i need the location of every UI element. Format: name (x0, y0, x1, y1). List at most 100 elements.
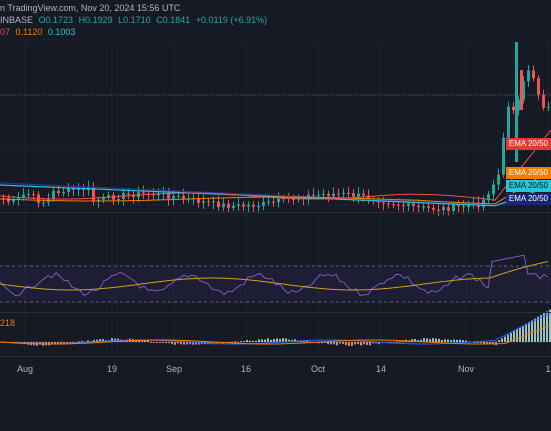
macd-histogram-bar (465, 340, 467, 342)
candle-body (177, 195, 180, 197)
macd-histogram-bar (339, 342, 341, 344)
macd-histogram-bar (480, 342, 482, 343)
macd-histogram-bar (498, 340, 500, 342)
candle-body (527, 70, 530, 82)
macd-histogram-bar (369, 342, 371, 346)
candle-body (542, 94, 545, 108)
ema-value-1: 07 (0, 27, 11, 37)
candle-body (397, 204, 400, 206)
macd-histogram-bar (366, 342, 368, 345)
candle-body (532, 70, 535, 79)
macd-histogram-bar (267, 338, 269, 342)
candle-body (277, 199, 280, 203)
candle-body (452, 204, 455, 211)
macd-histogram-bar (174, 342, 176, 345)
macd-histogram-bar (354, 342, 356, 345)
x-label-1: 1 (545, 364, 551, 374)
macd-histogram-bar (357, 342, 359, 345)
candle-body (462, 206, 465, 208)
candle-body (537, 78, 540, 95)
macd-histogram-bar (78, 341, 80, 343)
candle-body (322, 193, 325, 195)
pane-separator-axis (0, 356, 551, 357)
candle-body (387, 203, 390, 205)
macd-histogram-bar (438, 338, 440, 342)
candle-body (67, 187, 70, 192)
macd-histogram-bar (348, 342, 350, 346)
macd-histogram-bar (486, 342, 488, 344)
macd-histogram-bar (396, 341, 398, 343)
macd-histogram-bar (279, 339, 281, 342)
candle-body (32, 194, 35, 196)
candle-body (107, 195, 110, 197)
macd-histogram-bar (87, 340, 89, 342)
time-axis[interactable]: Aug 19 Sep 16 Oct 14 Nov 1 (0, 360, 551, 374)
x-label-nov: Nov (457, 364, 475, 374)
macd-histogram-bar (240, 341, 242, 343)
macd-histogram-bar (165, 342, 167, 344)
candle-body (407, 203, 410, 206)
candle-body (127, 193, 130, 195)
candle-body (247, 205, 250, 207)
macd-histogram-bar (528, 322, 530, 342)
source-text: n TradingView.com, Nov 20, 2024 15:56 UT… (0, 3, 181, 13)
macd-histogram-bar (141, 340, 143, 342)
macd-histogram-bar (462, 340, 464, 342)
macd-label: 218 (0, 318, 16, 328)
candle-body (382, 202, 385, 204)
candle-body (417, 206, 420, 208)
macd-histogram-bar (264, 339, 266, 342)
pane-separator-rsi[interactable] (0, 212, 551, 213)
macd-histogram-bar (168, 342, 170, 343)
macd-histogram-bar (435, 338, 437, 342)
macd-histogram-bar (261, 339, 263, 342)
chart-screenshot: n TradingView.com, Nov 20, 2024 15:56 UT… (0, 0, 551, 431)
x-label-sep: Sep (165, 364, 183, 374)
chart-source-line: n TradingView.com, Nov 20, 2024 15:56 UT… (0, 3, 183, 14)
candle-body (357, 193, 360, 197)
macd-histogram-bar (459, 339, 461, 342)
x-label-16: 16 (240, 364, 252, 374)
macd-histogram-bar (177, 342, 179, 344)
candle-body (232, 205, 235, 208)
macd-histogram-bar (276, 338, 278, 342)
macd-histogram-bar (252, 340, 254, 342)
macd-histogram-bar (171, 342, 173, 345)
candle-body (392, 204, 395, 206)
macd-histogram-bar (342, 342, 344, 344)
candle-body (62, 191, 65, 194)
pane-separator-macd[interactable] (0, 312, 551, 313)
macd-histogram-bar (447, 339, 449, 342)
candle-body (42, 202, 45, 204)
candle-body (447, 207, 450, 211)
macd-histogram-bar (273, 339, 275, 342)
candle-body (252, 205, 255, 207)
ema-badge-navy: EMA 20/50 (505, 193, 551, 205)
macd-histogram-bar (183, 342, 185, 345)
candle-body (222, 203, 225, 208)
ohlc-legend: INBASE O0.1723 H0.1929 L0.1710 C0.1841 +… (0, 15, 270, 26)
macd-histogram-bar (516, 329, 518, 342)
macd-histogram-bar (81, 341, 83, 343)
macd-histogram-bar (270, 339, 272, 342)
close-value: C0.1841 (156, 15, 191, 25)
macd-histogram-bar (501, 338, 503, 342)
candle-body (457, 204, 460, 207)
macd-histogram-bar (327, 342, 329, 345)
macd-histogram-bar (153, 342, 155, 343)
ema-badge-orange: EMA 20/50 (505, 167, 551, 179)
ema-badge-red: EMA 20/50 (505, 138, 551, 150)
macd-histogram-bar (180, 342, 182, 345)
candle-body (492, 184, 495, 195)
candle-body (352, 193, 355, 197)
macd-histogram-bar (429, 339, 431, 342)
macd-histogram-bar (255, 340, 257, 342)
candle-body (7, 197, 10, 202)
candle-body (57, 190, 60, 194)
candle-body (512, 106, 515, 111)
candle-body (262, 201, 265, 206)
macd-histogram-bar (453, 339, 455, 342)
candle-body (437, 209, 440, 211)
candle-body (327, 193, 330, 197)
candle-body (502, 137, 505, 175)
